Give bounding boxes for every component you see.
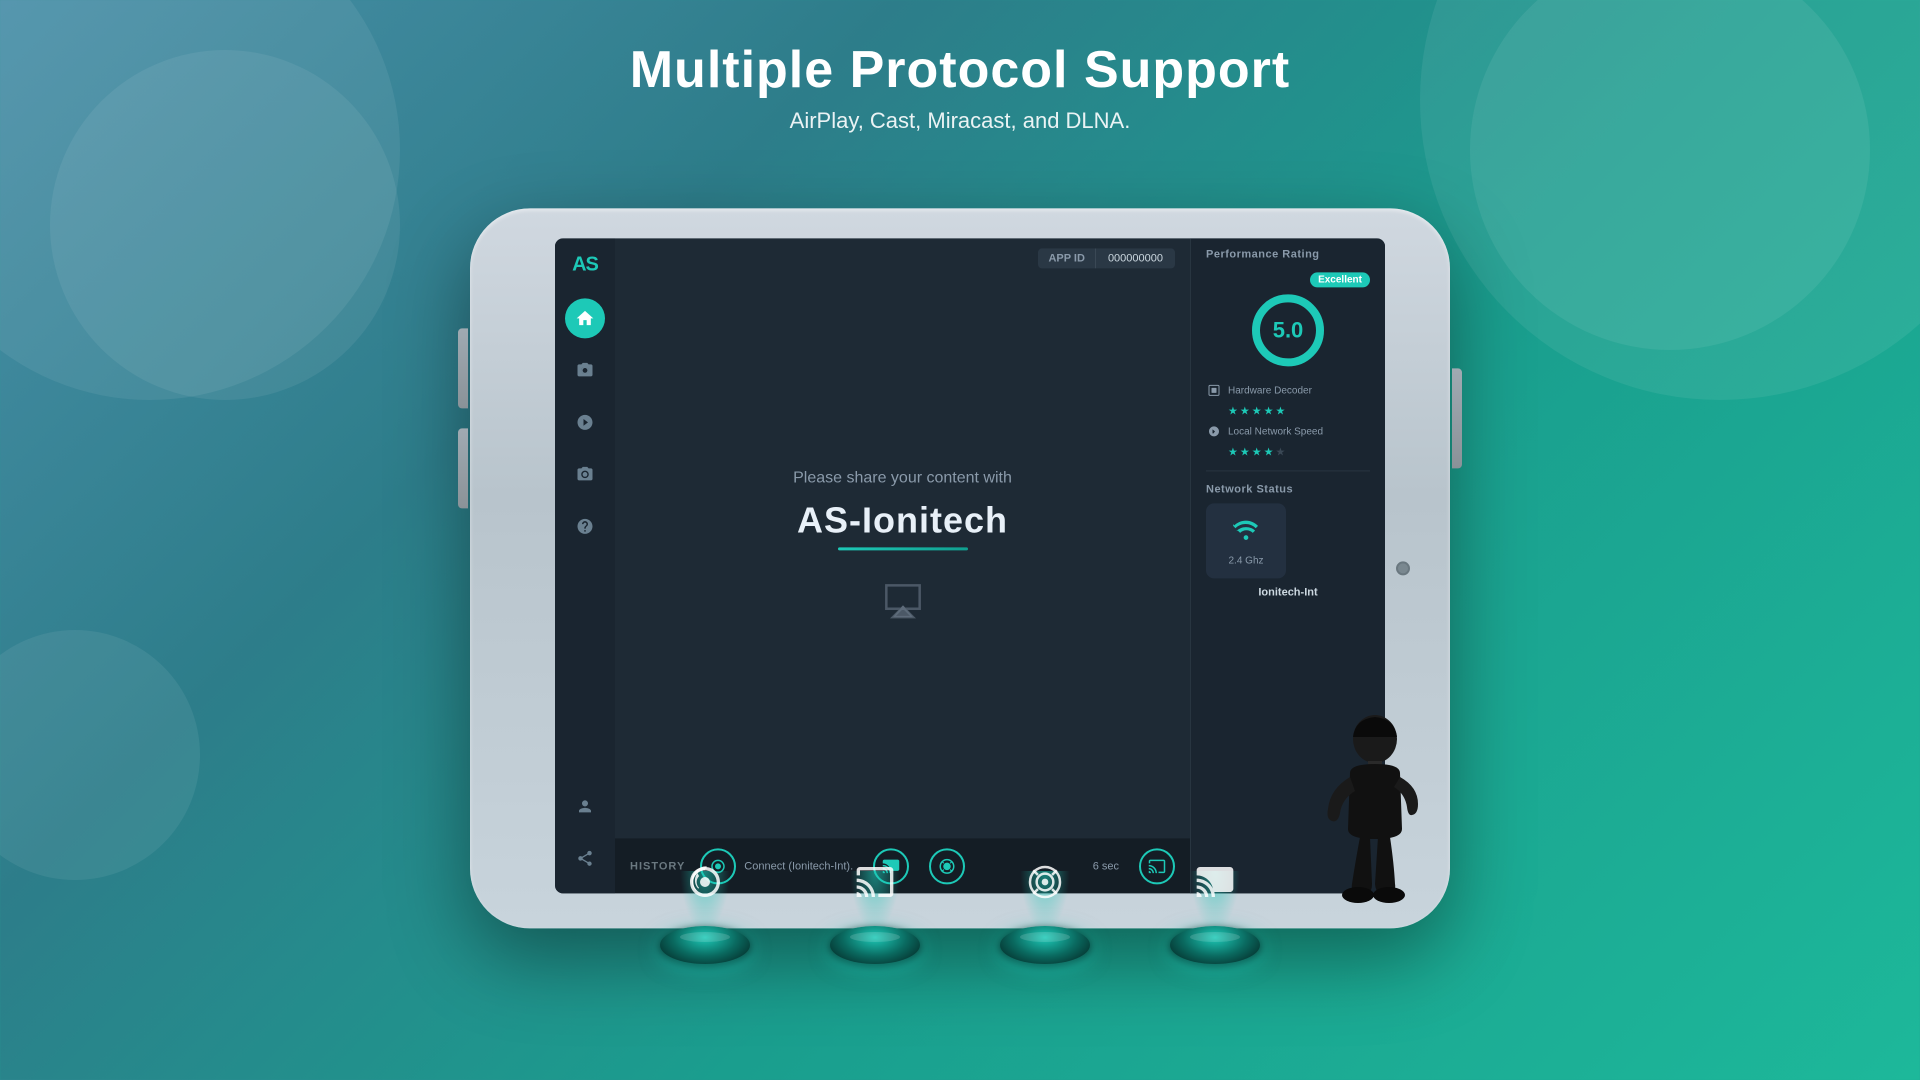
pad-cast xyxy=(830,846,920,964)
network-stars: ★ ★ ★ ★ ★ xyxy=(1206,445,1370,458)
hardware-decoder-label: Hardware Decoder xyxy=(1228,385,1312,396)
app-screen: AS xyxy=(555,238,1385,893)
device-name-underline xyxy=(838,547,968,550)
performance-score: 5.0 xyxy=(1273,317,1304,343)
volume-down-button[interactable] xyxy=(458,428,468,508)
page-wrapper: Multiple Protocol Support AirPlay, Cast,… xyxy=(0,0,1920,1080)
pad-miracast-base xyxy=(1000,926,1090,964)
bg-decor-5 xyxy=(0,630,200,880)
page-subtitle: AirPlay, Cast, Miracast, and DLNA. xyxy=(630,108,1291,134)
sidebar-icon-record[interactable] xyxy=(565,402,605,442)
hardware-stars: ★ ★ ★ ★ ★ xyxy=(1206,404,1370,417)
pad-dlna-icon-area xyxy=(1175,846,1255,926)
sidebar-icon-camera[interactable] xyxy=(565,350,605,390)
pad-airplay xyxy=(660,846,750,964)
share-prompt: Please share your content with xyxy=(793,469,1012,487)
sidebar-logo: AS xyxy=(572,253,598,276)
wifi-name: Ionitech-Int xyxy=(1206,586,1370,598)
miracast-protocol-icon[interactable] xyxy=(1025,862,1065,910)
sidebar-icon-help[interactable] xyxy=(565,506,605,546)
bg-decor-2 xyxy=(50,50,400,400)
wifi-card: 2.4 Ghz xyxy=(1206,503,1286,578)
star-4: ★ xyxy=(1264,404,1274,417)
power-button[interactable] xyxy=(1452,368,1462,468)
page-title: Multiple Protocol Support xyxy=(630,40,1291,100)
net-star-2: ★ xyxy=(1240,445,1250,458)
network-speed-item: Local Network Speed xyxy=(1206,423,1370,439)
airplay-protocol-icon[interactable] xyxy=(685,862,725,910)
net-star-1: ★ xyxy=(1228,445,1238,458)
performance-badge: Excellent xyxy=(1310,272,1370,287)
pad-cast-icon-area xyxy=(835,846,915,926)
main-content: APP ID 000000000 Please share your conte… xyxy=(615,238,1190,893)
airplay-arrow-icon xyxy=(883,580,923,627)
network-speed-icon xyxy=(1206,423,1222,439)
device-name: AS-Ionitech xyxy=(797,499,1008,541)
sidebar-icon-home[interactable] xyxy=(565,298,605,338)
header-area: Multiple Protocol Support AirPlay, Cast,… xyxy=(630,0,1291,134)
pad-dlna-base xyxy=(1170,926,1260,964)
dlna-protocol-icon[interactable] xyxy=(1195,862,1235,910)
pad-miracast xyxy=(1000,846,1090,964)
network-status-section: Network Status 2.4 Ghz Ionitech-Int xyxy=(1206,483,1370,598)
pad-miracast-icon-area xyxy=(1005,846,1085,926)
cast-protocol-icon[interactable] xyxy=(855,862,895,910)
performance-score-circle: 5.0 xyxy=(1248,290,1328,370)
performance-rating-title: Performance Rating xyxy=(1206,248,1370,260)
sidebar: AS xyxy=(555,238,615,893)
camera-dot xyxy=(1396,561,1410,575)
net-star-3: ★ xyxy=(1252,445,1262,458)
network-speed-label: Local Network Speed xyxy=(1228,426,1323,437)
pad-airplay-icon-area xyxy=(665,846,745,926)
app-id-value: 000000000 xyxy=(1095,248,1175,268)
wifi-icon xyxy=(1232,515,1260,549)
hardware-decoder-item: Hardware Decoder xyxy=(1206,382,1370,398)
hardware-stats: Hardware Decoder ★ ★ ★ ★ ★ xyxy=(1206,382,1370,458)
display-area: Please share your content with AS-Ionite… xyxy=(615,278,1190,838)
pad-airplay-base xyxy=(660,926,750,964)
sidebar-icon-screenshot[interactable] xyxy=(565,454,605,494)
protocol-pads-area xyxy=(510,804,1410,964)
net-star-4: ★ xyxy=(1264,445,1274,458)
phone-outer: AS xyxy=(430,144,1490,964)
star-1: ★ xyxy=(1228,404,1238,417)
net-star-5: ★ xyxy=(1276,445,1286,458)
network-status-title: Network Status xyxy=(1206,483,1370,495)
performance-rating-section: Excellent 5.0 xyxy=(1206,272,1370,370)
pad-cast-base xyxy=(830,926,920,964)
pad-dlna xyxy=(1170,846,1260,964)
hardware-decoder-icon xyxy=(1206,382,1222,398)
top-bar: APP ID 000000000 xyxy=(615,238,1190,278)
panel-divider xyxy=(1206,470,1370,471)
star-5: ★ xyxy=(1276,404,1286,417)
star-3: ★ xyxy=(1252,404,1262,417)
wifi-frequency: 2.4 Ghz xyxy=(1228,555,1263,566)
app-id-label: APP ID xyxy=(1038,248,1094,268)
volume-up-button[interactable] xyxy=(458,328,468,408)
person-figure xyxy=(1310,709,1440,949)
star-2: ★ xyxy=(1240,404,1250,417)
